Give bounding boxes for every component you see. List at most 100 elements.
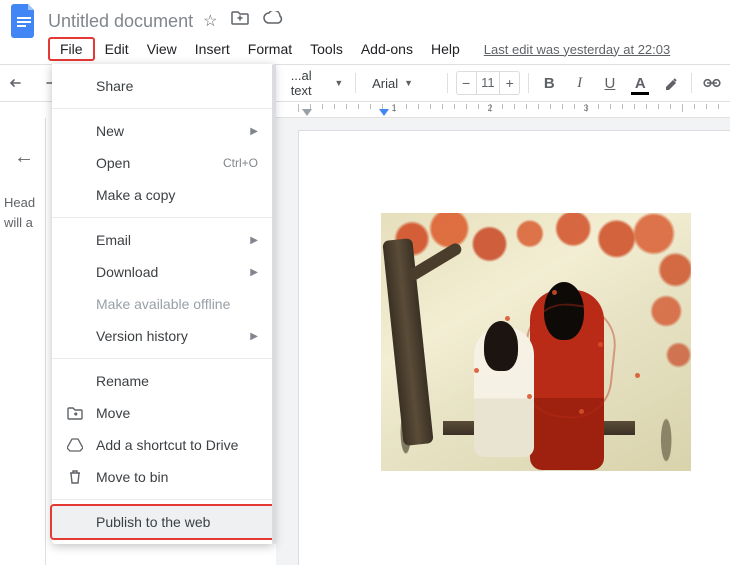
menu-offline: Make available offline xyxy=(52,288,274,320)
menu-move[interactable]: Move xyxy=(52,397,274,429)
font-size-decrease[interactable]: − xyxy=(457,75,476,91)
blank-icon xyxy=(66,186,84,204)
cloud-status-icon[interactable] xyxy=(263,11,283,31)
separator xyxy=(447,73,448,93)
menu-open[interactable]: Open Ctrl+O xyxy=(52,147,274,179)
menu-insert[interactable]: Insert xyxy=(187,37,238,61)
menu-view[interactable]: View xyxy=(139,37,185,61)
menu-open-label: Open xyxy=(96,155,211,171)
docs-icon xyxy=(11,4,37,38)
menu-download[interactable]: Download ▶ xyxy=(52,256,274,288)
submenu-arrow-icon: ▶ xyxy=(250,126,258,137)
chevron-down-icon: ▼ xyxy=(404,78,413,88)
outline-collapse-button[interactable]: ← xyxy=(0,146,45,169)
image-content xyxy=(381,213,691,471)
blank-icon xyxy=(66,122,84,140)
menu-email[interactable]: Email ▶ xyxy=(52,224,274,256)
document-canvas[interactable] xyxy=(276,118,730,565)
highlight-button[interactable] xyxy=(658,69,682,97)
ruler[interactable]: 123 xyxy=(276,102,730,118)
separator xyxy=(528,73,529,93)
file-menu-dropdown: Share New ▶ Open Ctrl+O Make a copy Emai… xyxy=(52,64,274,544)
menu-file[interactable]: File xyxy=(48,37,95,61)
menu-rename-label: Rename xyxy=(96,373,258,389)
menu-download-label: Download xyxy=(96,264,238,280)
menu-separator xyxy=(52,217,274,218)
undo-button[interactable] xyxy=(6,69,30,97)
page[interactable] xyxy=(298,130,730,565)
ruler-track: 123 xyxy=(298,102,726,117)
highlighter-icon xyxy=(663,75,679,91)
last-edit-link[interactable]: Last edit was yesterday at 22:03 xyxy=(484,42,670,57)
embedded-image[interactable] xyxy=(381,213,691,471)
menu-rename[interactable]: Rename xyxy=(52,365,274,397)
first-line-indent-marker[interactable] xyxy=(379,109,389,116)
blank-icon xyxy=(66,231,84,249)
menu-move-label: Move xyxy=(96,405,258,421)
menu-format[interactable]: Format xyxy=(240,37,300,61)
menu-edit[interactable]: Edit xyxy=(97,37,137,61)
submenu-arrow-icon: ▶ xyxy=(250,235,258,246)
menu-email-label: Email xyxy=(96,232,238,248)
drive-shortcut-icon xyxy=(66,436,84,454)
blank-icon xyxy=(66,77,84,95)
left-indent-marker[interactable] xyxy=(302,109,312,116)
menu-open-shortcut: Ctrl+O xyxy=(223,156,258,170)
blank-icon xyxy=(66,263,84,281)
menu-version-history[interactable]: Version history ▶ xyxy=(52,320,274,352)
underline-button[interactable]: U xyxy=(598,69,622,97)
paragraph-style-label: ...al text xyxy=(291,68,329,98)
app-logo[interactable] xyxy=(6,3,42,39)
menu-add-shortcut[interactable]: Add a shortcut to Drive xyxy=(52,429,274,461)
insert-link-button[interactable] xyxy=(700,69,724,97)
menu-move-to-bin[interactable]: Move to bin xyxy=(52,461,274,493)
star-icon[interactable]: ☆ xyxy=(203,11,217,31)
menu-move-to-bin-label: Move to bin xyxy=(96,469,258,485)
outline-text-1: Head xyxy=(4,195,35,210)
menu-share-label: Share xyxy=(96,78,258,94)
menubar: File Edit View Insert Format Tools Add-o… xyxy=(0,34,730,64)
separator xyxy=(355,73,356,93)
blank-icon xyxy=(66,295,84,313)
blank-icon xyxy=(66,372,84,390)
submenu-arrow-icon: ▶ xyxy=(250,331,258,342)
menu-offline-label: Make available offline xyxy=(96,296,258,312)
menu-new[interactable]: New ▶ xyxy=(52,115,274,147)
font-select[interactable]: Arial ▼ xyxy=(364,70,439,96)
outline-text-2: will a xyxy=(4,215,33,230)
menu-separator xyxy=(52,499,274,500)
link-icon xyxy=(703,78,721,88)
blank-icon xyxy=(66,327,84,345)
menu-addons[interactable]: Add-ons xyxy=(353,37,421,61)
menu-publish-to-web[interactable]: Publish to the web xyxy=(52,506,274,538)
font-label: Arial xyxy=(372,76,398,91)
move-to-folder-icon[interactable] xyxy=(231,11,249,31)
menu-separator xyxy=(52,108,274,109)
titlebar: Untitled document ☆ xyxy=(0,0,730,34)
menu-help[interactable]: Help xyxy=(423,37,468,61)
font-size-stepper: − 11 + xyxy=(456,71,521,95)
menu-separator xyxy=(52,358,274,359)
trash-icon xyxy=(66,468,84,486)
italic-button[interactable]: I xyxy=(567,69,591,97)
menu-share[interactable]: Share xyxy=(52,70,274,102)
blank-icon xyxy=(66,154,84,172)
submenu-arrow-icon: ▶ xyxy=(250,267,258,278)
document-title[interactable]: Untitled document xyxy=(48,11,193,32)
menu-publish-label: Publish to the web xyxy=(96,514,258,530)
outline-placeholder: Head will a xyxy=(0,193,45,232)
menu-make-copy[interactable]: Make a copy xyxy=(52,179,274,211)
outline-panel: ← Head will a xyxy=(0,118,46,565)
menu-tools[interactable]: Tools xyxy=(302,37,351,61)
menu-add-shortcut-label: Add a shortcut to Drive xyxy=(96,437,258,453)
blank-icon xyxy=(66,513,84,531)
font-size-value[interactable]: 11 xyxy=(476,72,501,94)
move-icon xyxy=(66,404,84,422)
bold-button[interactable]: B xyxy=(537,69,561,97)
font-size-increase[interactable]: + xyxy=(500,75,519,91)
menu-new-label: New xyxy=(96,123,238,139)
menu-make-copy-label: Make a copy xyxy=(96,187,258,203)
menu-version-history-label: Version history xyxy=(96,328,238,344)
paragraph-style-select[interactable]: ...al text ▼ xyxy=(283,70,348,96)
text-color-button[interactable]: A xyxy=(628,69,652,97)
